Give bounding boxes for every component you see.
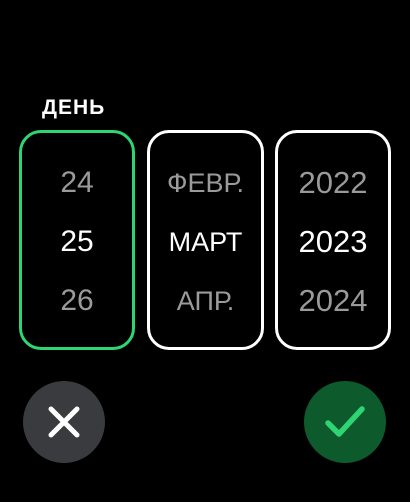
day-picker[interactable]: 24 25 26 — [19, 130, 135, 350]
field-label: ДЕНЬ — [42, 96, 106, 119]
month-option-current[interactable]: МАРТ — [150, 222, 261, 262]
checkmark-icon — [325, 406, 365, 437]
month-picker[interactable]: ФЕВР. МАРТ АПР. — [147, 130, 264, 350]
day-option-current[interactable]: 25 — [22, 222, 132, 262]
year-option-next[interactable]: 2024 — [278, 281, 388, 321]
year-picker[interactable]: 2022 2023 2024 — [275, 130, 391, 350]
month-option-prev[interactable]: ФЕВР. — [150, 163, 261, 203]
day-option-prev[interactable]: 24 — [22, 163, 132, 203]
month-option-next[interactable]: АПР. — [150, 281, 261, 321]
year-option-prev[interactable]: 2022 — [278, 163, 388, 203]
confirm-button[interactable] — [304, 381, 386, 463]
year-option-current[interactable]: 2023 — [278, 222, 388, 262]
day-option-next[interactable]: 26 — [22, 281, 132, 321]
cancel-button[interactable] — [23, 381, 105, 463]
close-icon — [48, 406, 80, 438]
